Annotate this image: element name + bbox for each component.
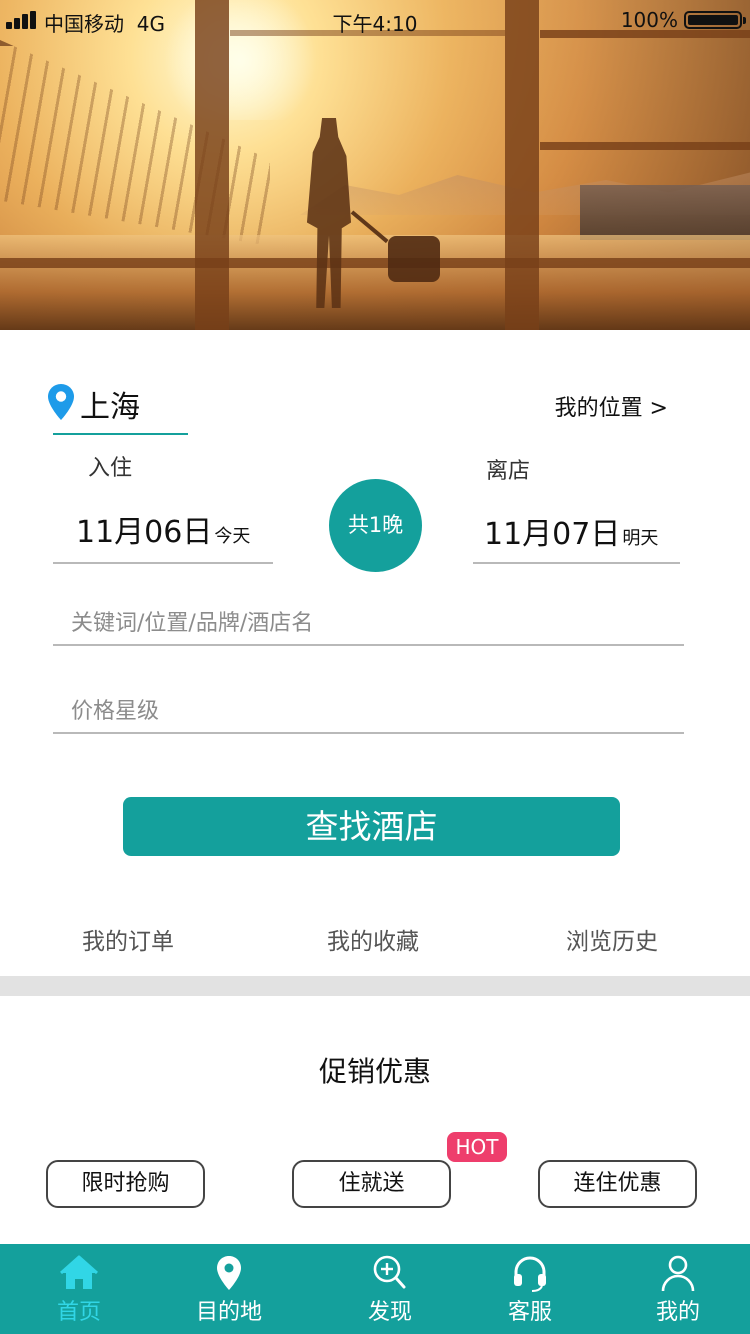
my-favorites-link[interactable]: 我的收藏 bbox=[327, 922, 419, 956]
checkout-underline bbox=[473, 562, 680, 564]
search-hotel-button[interactable]: 查找酒店 bbox=[123, 797, 620, 856]
checkout-label: 离店 bbox=[486, 459, 531, 484]
my-orders-link[interactable]: 我的订单 bbox=[82, 922, 174, 956]
window-frame bbox=[0, 258, 750, 268]
section-divider bbox=[0, 976, 750, 996]
checkout-date-picker[interactable]: 11月07日 明天 bbox=[484, 509, 658, 553]
tab-home-label: 首页 bbox=[56, 1300, 101, 1325]
zoom-in-search-icon bbox=[373, 1255, 406, 1289]
checkin-date-picker[interactable]: 11月06日 今天 bbox=[76, 507, 250, 551]
hero-banner-image bbox=[0, 0, 750, 330]
user-icon bbox=[661, 1255, 695, 1292]
checkout-date: 11月07日 bbox=[484, 517, 621, 552]
tab-destination[interactable]: 目的地 bbox=[154, 1244, 304, 1334]
battery-icon bbox=[684, 11, 746, 29]
tab-home[interactable]: 首页 bbox=[4, 1244, 154, 1334]
tab-profile-label: 我的 bbox=[655, 1300, 700, 1325]
window-frame bbox=[505, 0, 539, 330]
tab-customer-service-label: 客服 bbox=[507, 1300, 552, 1325]
city-name: 上海 bbox=[80, 390, 140, 425]
suitcase bbox=[388, 236, 440, 282]
home-icon bbox=[60, 1255, 98, 1289]
multi-night-discount-button[interactable]: 连住优惠 bbox=[538, 1160, 697, 1208]
tab-destination-label: 目的地 bbox=[195, 1300, 262, 1325]
hot-badge: HOT bbox=[447, 1132, 507, 1162]
location-pin-icon bbox=[48, 384, 74, 420]
status-bar: 中国移动 4G 下午4:10 100% bbox=[0, 0, 750, 40]
tab-discover[interactable]: 发现 bbox=[315, 1244, 465, 1334]
my-location-link[interactable]: 我的位置 > bbox=[555, 390, 668, 422]
terminal-floor bbox=[0, 235, 750, 330]
browse-history-link[interactable]: 浏览历史 bbox=[566, 922, 658, 956]
keyword-input[interactable] bbox=[53, 602, 684, 646]
checkin-label: 入住 bbox=[88, 456, 133, 481]
window-frame bbox=[540, 142, 750, 150]
location-pin-icon bbox=[217, 1256, 241, 1290]
tab-discover-label: 发现 bbox=[367, 1300, 412, 1325]
nights-count-badge: 共1晚 bbox=[329, 479, 422, 572]
checkin-day: 今天 bbox=[214, 526, 251, 547]
bottom-tab-bar: 首页 目的地 发现 客服 我的 bbox=[0, 1244, 750, 1334]
checkin-date: 11月06日 bbox=[76, 515, 213, 550]
battery-percent: 100% bbox=[620, 8, 678, 32]
window-frame bbox=[195, 0, 229, 330]
tab-profile[interactable]: 我的 bbox=[603, 1244, 750, 1334]
checkout-day: 明天 bbox=[622, 528, 659, 549]
promotions-title: 促销优惠 bbox=[318, 1055, 431, 1088]
tab-customer-service[interactable]: 客服 bbox=[455, 1244, 605, 1334]
checkin-underline bbox=[53, 562, 273, 564]
jet-bridge-right bbox=[580, 185, 750, 240]
flash-sale-button[interactable]: 限时抢购 bbox=[46, 1160, 205, 1208]
price-star-input[interactable] bbox=[53, 690, 684, 734]
headset-icon bbox=[514, 1256, 546, 1292]
stay-gift-button[interactable]: 住就送 bbox=[292, 1160, 451, 1208]
city-underline bbox=[53, 433, 188, 435]
